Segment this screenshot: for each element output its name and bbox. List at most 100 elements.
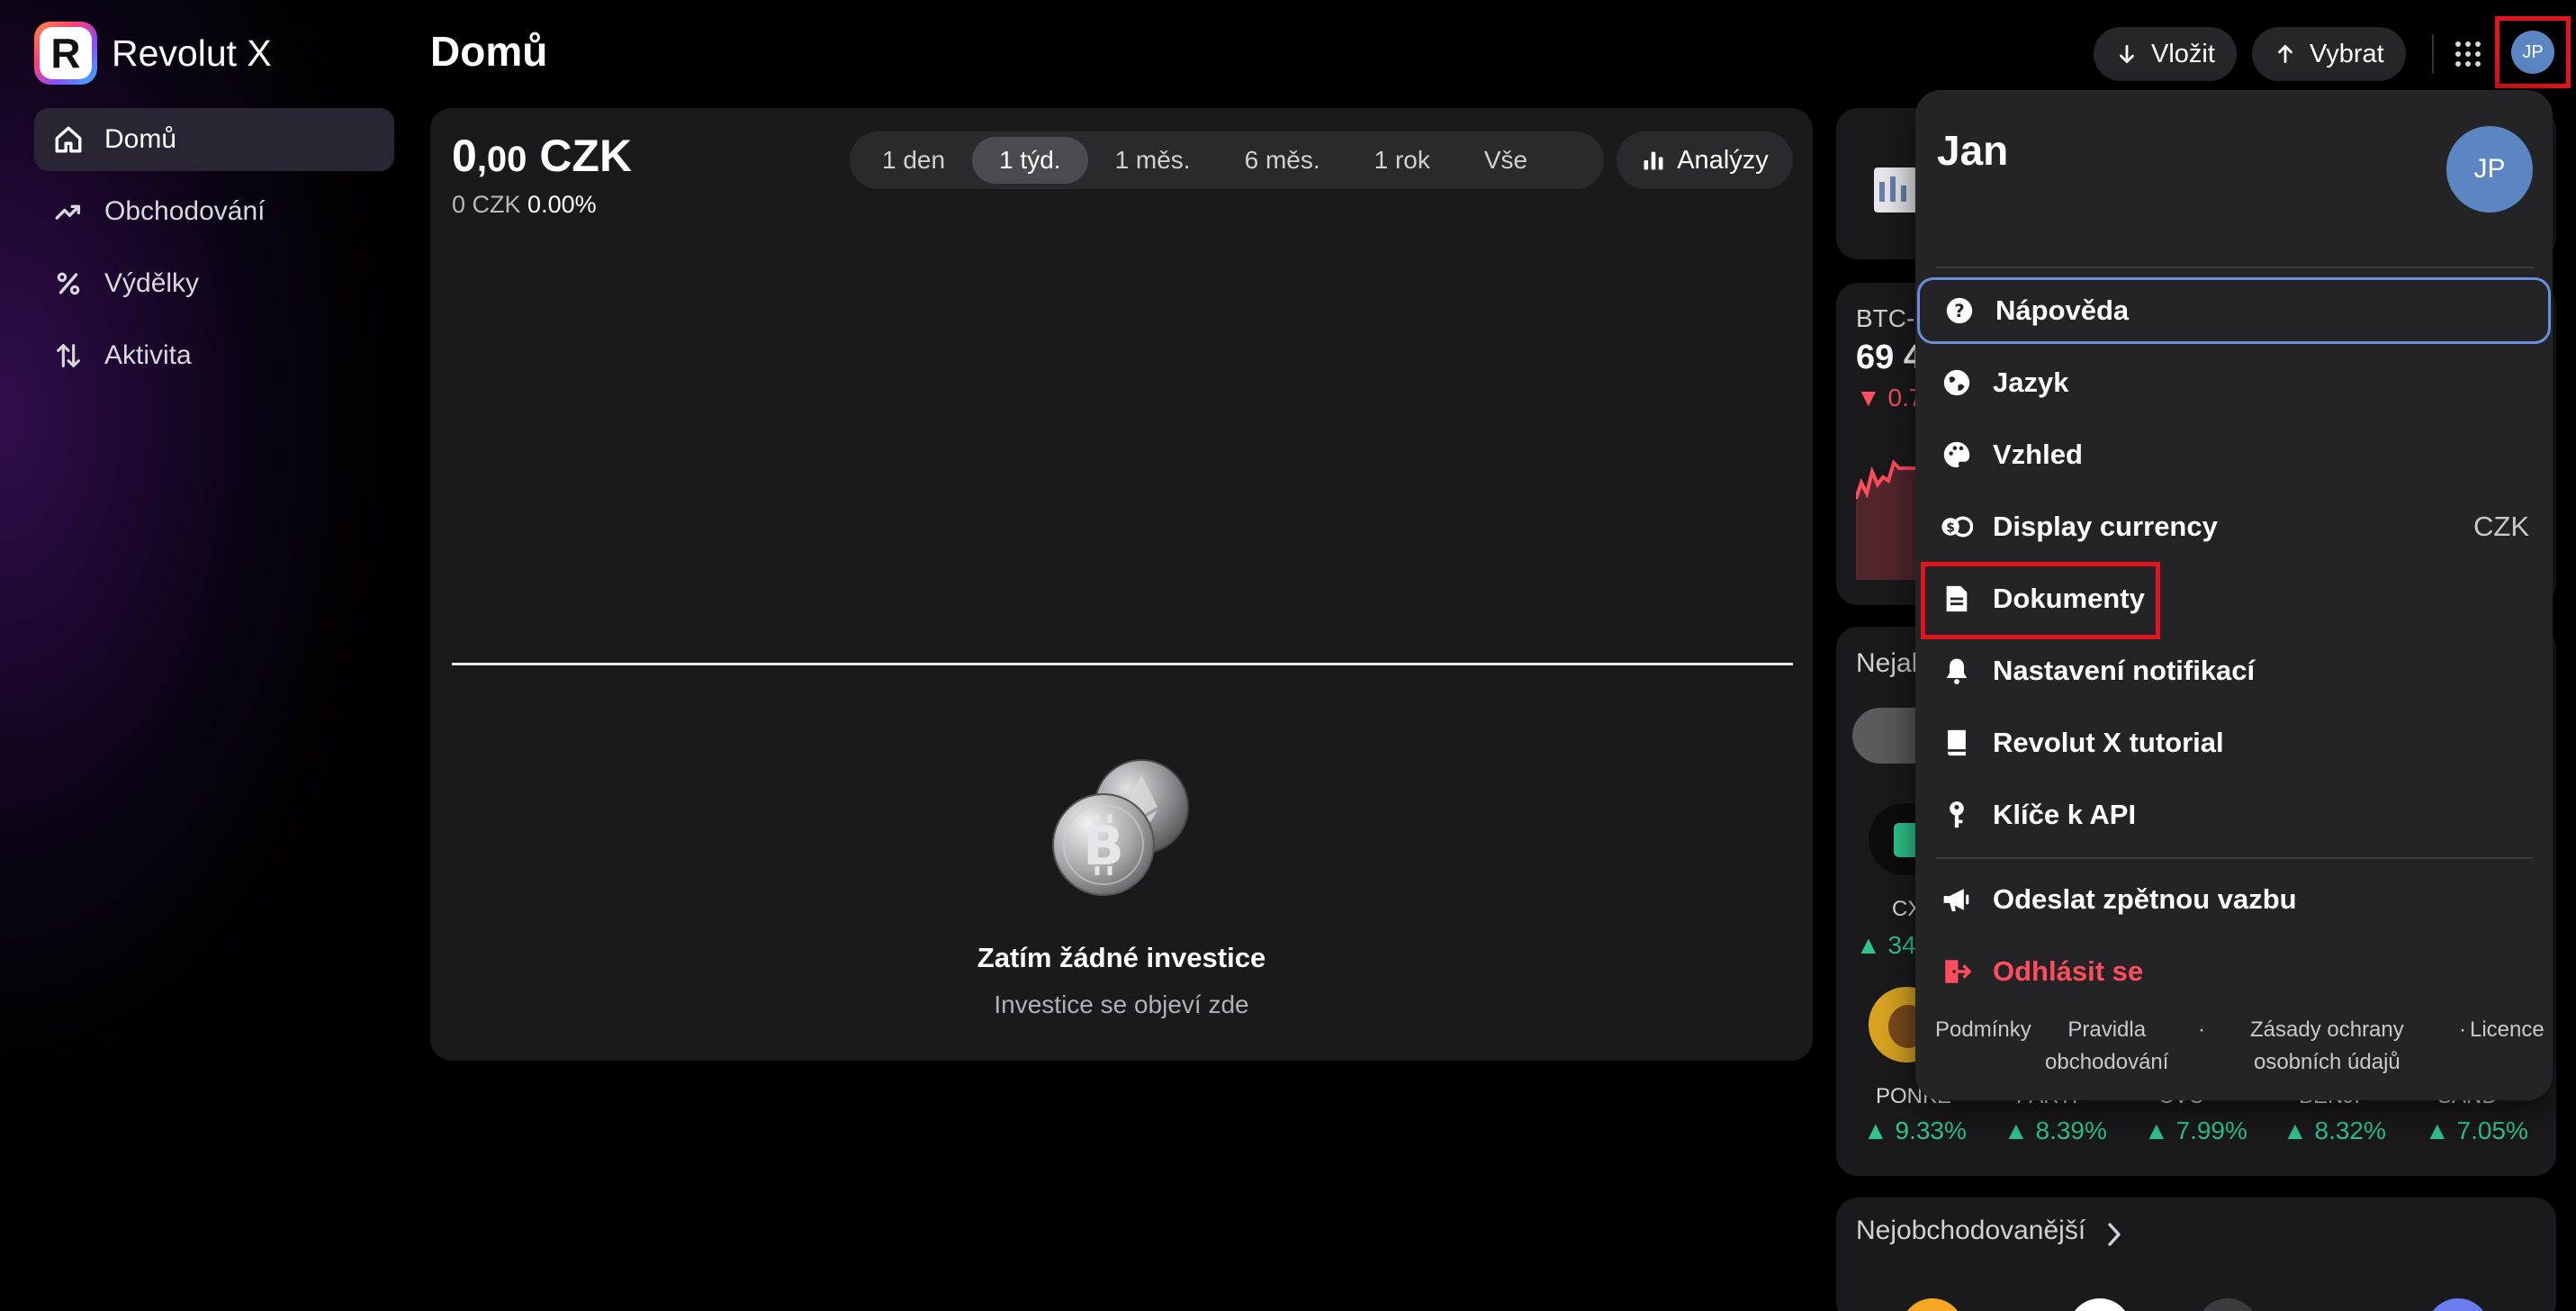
arrow-down-icon [2115,42,2139,66]
sidebar-item-label: Aktivita [104,340,192,370]
legal-separator: · [2459,1017,2466,1042]
page-title: Domů [430,28,548,75]
terms-link[interactable]: Podmínky [1935,1014,2031,1046]
range-6m[interactable]: 6 měs. [1218,137,1347,184]
display-currency-value: CZK [2473,511,2529,542]
menu-user-name: Jan [1937,127,2009,174]
most-traded-card[interactable]: Nejobchodovanější [1836,1198,2556,1311]
analytics-button[interactable]: Analýzy [1617,131,1793,189]
portfolio-change: 0 CZK 0.00% [452,191,597,219]
avatar: JP [2511,31,2554,74]
chart-baseline [452,663,1793,665]
sidebar-item-label: Domů [104,124,177,154]
trading-rules-line2: obchodování [2045,1050,2169,1074]
time-range-selector: 1 den 1 týd. 1 měs. 6 měs. 1 rok Vše [850,131,1604,189]
coin-icon [2068,1298,2131,1311]
logout-icon [1939,954,1975,990]
trading-rules-line1: Pravidla [2067,1017,2147,1042]
help-circle-icon: ? [1941,293,1977,329]
profile-avatar-button[interactable]: JP [2495,16,2571,88]
menu-item-notification-settings[interactable]: Nastavení notifikací [1917,637,2551,704]
chevron-right-icon [2108,1223,2121,1246]
coin-icon [2427,1298,2490,1311]
privacy-line2: osobních údajů [2253,1050,2400,1074]
percent-icon [50,266,86,302]
bell-icon [1939,653,1975,689]
menu-divider [1935,267,2533,268]
top-movers-label: Nejal [1856,648,1918,678]
empty-state-title: Zatím žádné investice [977,942,1266,973]
menu-item-label: Nastavení notifikací [1993,655,2256,686]
trading-rules-link[interactable]: Pravidla obchodování [2045,1014,2168,1079]
menu-item-label: Revolut X tutorial [1993,727,2224,758]
menu-item-display-currency[interactable]: $ Display currency CZK [1917,493,2551,560]
balance-currency: CZK [539,131,633,181]
menu-divider [1935,857,2533,859]
coin-pct: ▲ 8.32% [2283,1117,2386,1144]
svg-text:B: B [1083,815,1124,878]
arrows-updown-icon [50,338,86,374]
menu-avatar[interactable]: JP [2446,126,2533,212]
book-icon [1939,725,1975,761]
megaphone-icon [1939,882,1975,918]
portfolio-balance: 0,00 CZK [452,130,632,182]
licences-link[interactable]: Licence [2470,1014,2544,1046]
btc-change: ▼ 0.7 [1856,384,1923,411]
menu-item-label: Nápověda [1995,294,2130,326]
coin-pct: ▲ 7.05% [2425,1117,2528,1144]
brand[interactable]: R Revolut X [34,22,272,85]
change-percent: 0.00% [527,191,597,218]
legal-separator: · [2198,1017,2205,1042]
menu-item-feedback[interactable]: Odeslat zpětnou vazbu [1917,866,2551,933]
sidebar-item-trading[interactable]: Obchodování [34,180,394,243]
sidebar-item-home[interactable]: Domů [34,108,394,171]
revolut-logo-icon: R [34,22,97,85]
coin-icon [2196,1298,2259,1311]
menu-item-appearance[interactable]: Vzhled [1917,421,2551,488]
apps-grid-icon[interactable] [2454,40,2482,68]
balance-main: 0 [452,131,477,181]
most-traded-label: Nejobchodovanější [1856,1216,2086,1245]
menu-item-label: Odeslat zpětnou vazbu [1993,883,2297,915]
sidebar-item-label: Obchodování [104,196,266,226]
range-1y[interactable]: 1 rok [1347,137,1457,184]
logo-letter: R [40,27,92,79]
globe-icon [1939,365,1975,401]
deposit-label: Vložit [2151,39,2215,68]
menu-item-language[interactable]: Jazyk [1917,349,2551,416]
deposit-button[interactable]: Vložit [2094,27,2237,81]
menu-item-api-keys[interactable]: Klíče k API [1917,782,2551,848]
currency-exchange-icon: $ [1939,509,1975,545]
header-divider [2432,34,2434,74]
privacy-line1: Zásady ochrany [2250,1017,2404,1042]
coin-cx-pct: ▲ 34. [1856,931,1923,959]
withdraw-button[interactable]: Vybrat [2252,27,2406,81]
coin-icon [1901,1298,1964,1311]
key-icon [1939,797,1975,833]
analytics-label: Analýzy [1677,145,1769,175]
menu-item-tutorial[interactable]: Revolut X tutorial [1917,710,2551,776]
range-1w[interactable]: 1 týd. [972,137,1088,184]
menu-item-logout[interactable]: Odhlásit se [1917,938,2551,1005]
coins-illustration-icon: B [1048,755,1195,899]
coin-pct: ▲ 9.33% [1863,1117,1967,1144]
menu-item-label: Vzhled [1993,439,2083,470]
bar-chart-icon [1641,148,1666,173]
sidebar-nav: Domů Obchodování Výdělky Aktivita [34,108,394,396]
menu-item-help[interactable]: ? Nápověda [1917,277,2551,344]
btc-price: 69 4 [1856,339,1923,376]
range-1d[interactable]: 1 den [855,137,972,184]
home-icon [50,122,86,158]
privacy-policy-link[interactable]: Zásady ochrany osobních údajů [2250,1014,2404,1079]
sidebar-item-earnings[interactable]: Výdělky [34,252,394,315]
range-all[interactable]: Vše [1457,137,1554,184]
menu-item-label: Klíče k API [1993,799,2137,830]
range-1m[interactable]: 1 měs. [1088,137,1218,184]
menu-item-label: Display currency [1993,511,2218,542]
sidebar-item-activity[interactable]: Aktivita [34,324,394,387]
menu-item-label: Odhlásit se [1993,955,2144,987]
menu-item-label: Jazyk [1993,366,2069,398]
palette-icon [1939,437,1975,473]
sidebar-item-label: Výdělky [104,268,200,298]
arrow-up-icon [2274,42,2297,66]
